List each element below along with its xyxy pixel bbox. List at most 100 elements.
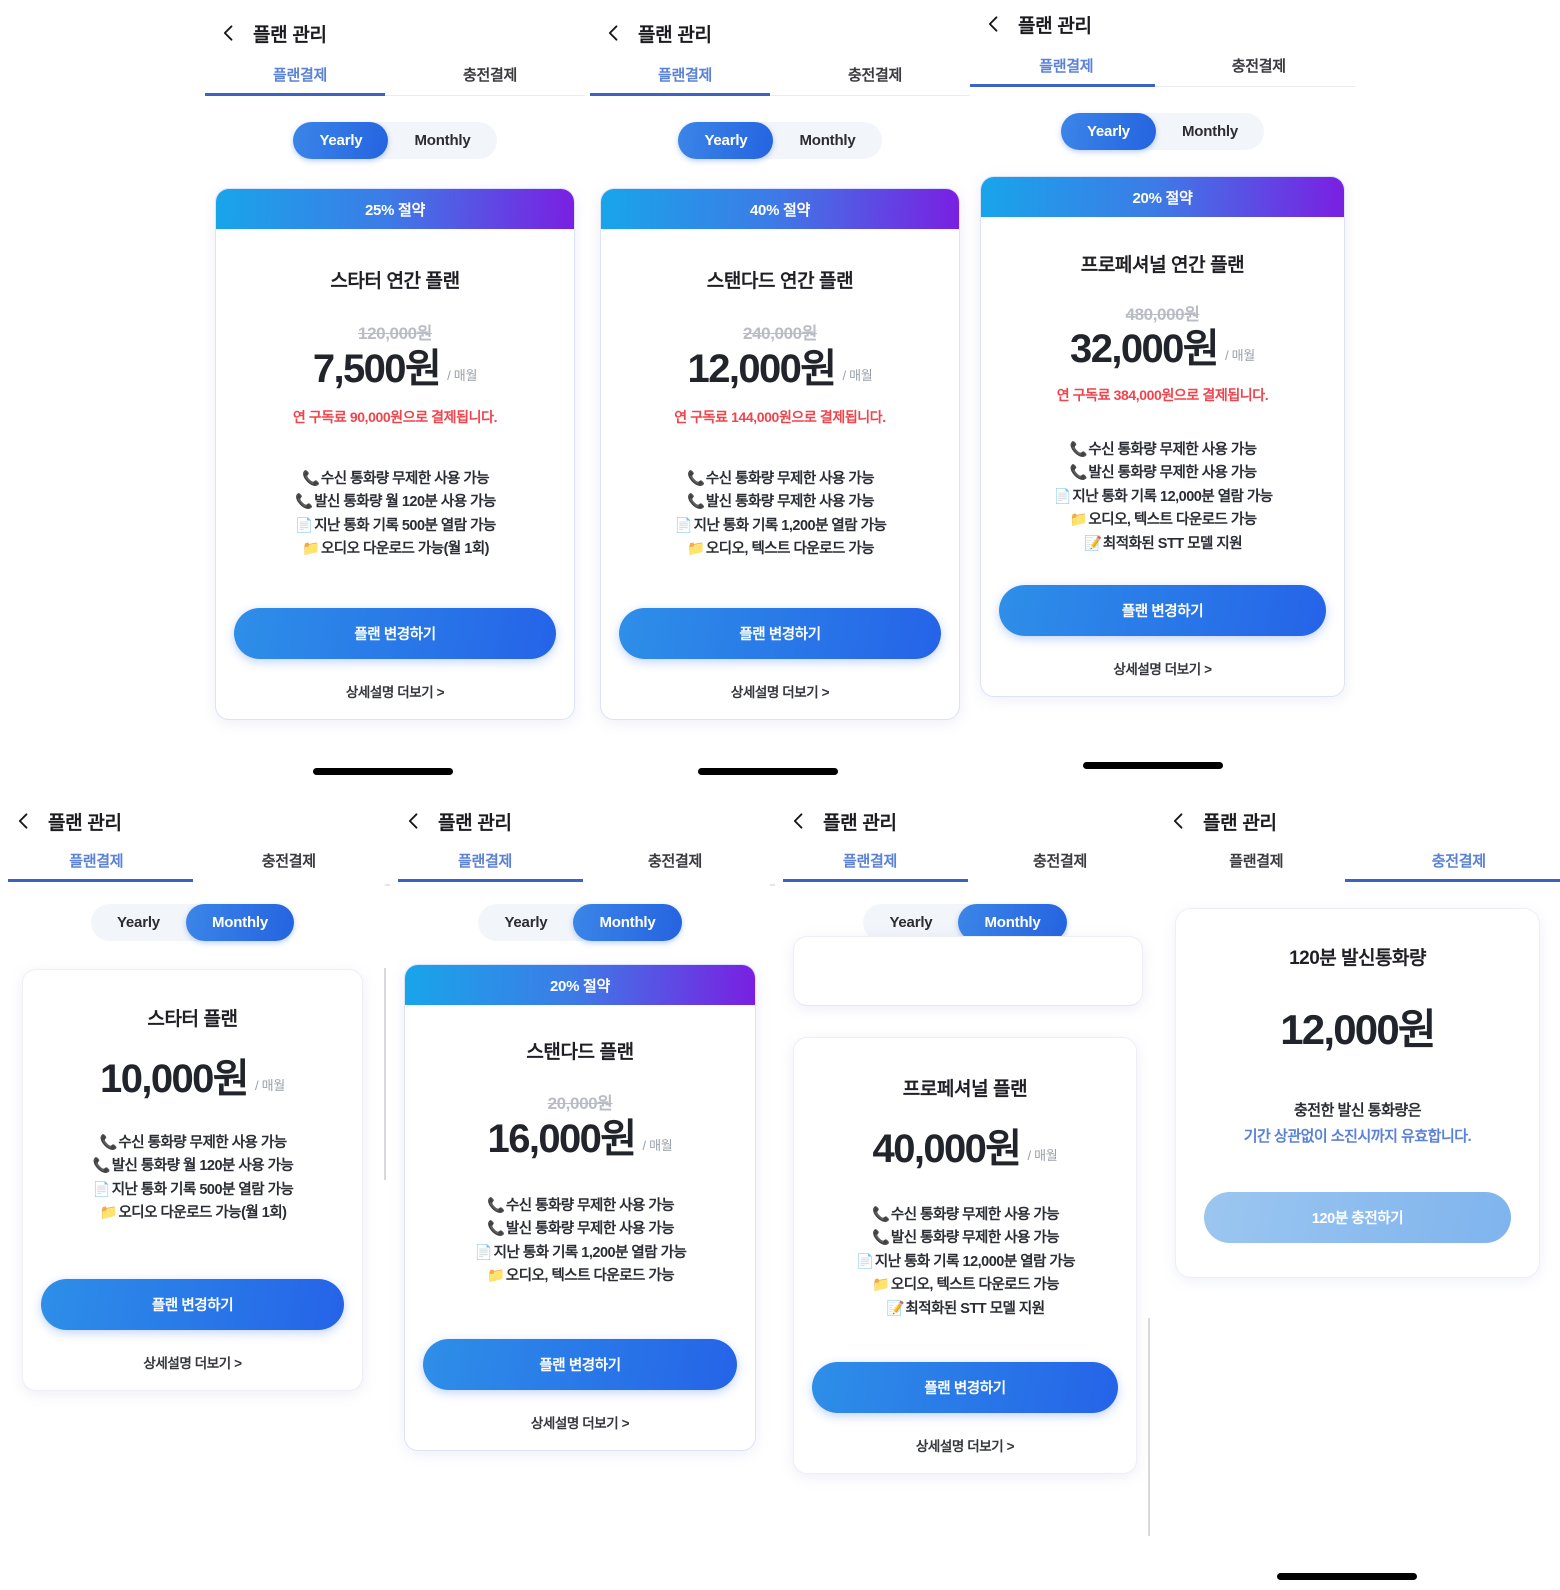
folder-icon: 📁 <box>872 1277 890 1294</box>
more-details-link[interactable]: 상세설명 더보기 > <box>234 681 556 701</box>
page-title: 플랜 관리 <box>253 24 327 46</box>
more-details-link[interactable]: 상세설명 더보기 > <box>423 1412 737 1432</box>
feature-item: 📞발신 통화량 무제한 사용 가능 <box>999 462 1326 485</box>
billing-yearly-option[interactable]: Yearly <box>1060 113 1156 150</box>
billing-yearly-option[interactable]: Yearly <box>91 904 186 941</box>
change-plan-button[interactable]: 플랜 변경하기 <box>423 1338 737 1390</box>
billing-monthly-option[interactable]: Monthly <box>388 122 496 159</box>
folder-icon: 📁 <box>687 541 705 558</box>
chevron-left-icon[interactable] <box>604 23 624 43</box>
more-details-link[interactable]: 상세설명 더보기 > <box>41 1352 344 1372</box>
feature-list: 📞수신 통화량 무제한 사용 가능 📞발신 통화량 무제한 사용 가능 📄지난 … <box>619 468 941 562</box>
billing-monthly-option[interactable]: Monthly <box>1156 113 1264 150</box>
tab-bar: 플랜결제 충전결제 <box>775 850 1155 882</box>
change-plan-button[interactable]: 플랜 변경하기 <box>619 607 941 659</box>
tab-plan-payment[interactable]: 플랜결제 <box>1155 850 1358 882</box>
billing-period-label: / 매월 <box>842 368 873 383</box>
phone-icon: 📞 <box>487 1221 505 1238</box>
tab-plan-payment[interactable]: 플랜결제 <box>0 850 193 882</box>
annual-billing-note: 연 구독료 144,000원으로 결제됩니다. <box>674 409 886 425</box>
document-icon: 📄 <box>474 1244 493 1261</box>
billing-monthly-option[interactable]: Monthly <box>573 904 682 941</box>
more-details-link[interactable]: 상세설명 더보기 > <box>812 1435 1118 1455</box>
recharge-price: 12,000원 <box>1280 1006 1436 1053</box>
tab-recharge-payment[interactable]: 충전결제 <box>1358 850 1560 882</box>
tab-recharge-payment[interactable]: 충전결제 <box>395 64 585 96</box>
current-price: 40,000원 <box>872 1127 1023 1171</box>
annual-billing-note: 연 구독료 90,000원으로 결제됩니다. <box>292 409 498 425</box>
tab-recharge-payment[interactable]: 충전결제 <box>1163 55 1356 87</box>
nav-bar: 플랜 관리 <box>205 0 585 50</box>
savings-ribbon: 20% 절약 <box>405 965 755 1005</box>
chevron-left-icon[interactable] <box>404 811 424 831</box>
feature-text: 수신 통화량 무제한 사용 가능 <box>705 471 875 487</box>
tab-recharge-payment[interactable]: 충전결제 <box>580 850 770 882</box>
feature-item: 📞발신 통화량 월 120분 사용 가능 <box>41 1155 344 1178</box>
feature-item: 📁오디오 다운로드 가능(월 1회) <box>41 1202 344 1225</box>
nav-bar: 플랜 관리 <box>775 790 1155 838</box>
more-details-link[interactable]: 상세설명 더보기 > <box>619 681 941 701</box>
billing-period-label: / 매월 <box>255 1078 285 1093</box>
home-indicator <box>313 768 453 775</box>
annual-billing-note: 연 구독료 384,000원으로 결제됩니다. <box>1056 387 1269 403</box>
savings-ribbon: 20% 절약 <box>981 177 1344 217</box>
tab-recharge-payment[interactable]: 충전결제 <box>193 850 386 882</box>
partial-plan-card-above[interactable] <box>793 936 1143 1006</box>
billing-period-label: / 매월 <box>1225 348 1255 363</box>
billing-monthly-option[interactable]: Monthly <box>185 904 295 941</box>
feature-text: 발신 통화량 무제한 사용 가능 <box>705 494 875 511</box>
tab-plan-payment[interactable]: 플랜결제 <box>590 64 780 96</box>
billing-toggle: Yearly Monthly <box>390 904 770 941</box>
billing-yearly-option[interactable]: Yearly <box>678 122 774 159</box>
recharge-desc-line1: 충전한 발신 통화량은 <box>1293 1102 1422 1119</box>
tab-plan-payment[interactable]: 플랜결제 <box>390 850 580 882</box>
billing-period-label: / 매월 <box>1027 1148 1058 1163</box>
chevron-left-icon[interactable] <box>14 811 34 831</box>
page-title: 플랜 관리 <box>638 24 712 46</box>
feature-text: 수신 통화량 무제한 사용 가능 <box>320 471 490 487</box>
chevron-left-icon[interactable] <box>1169 811 1189 831</box>
screen-monthly-starter: 플랜 관리 플랜결제 충전결제 Yearly Monthly 스타터 플랜 10… <box>0 790 385 1590</box>
billing-yearly-option[interactable]: Yearly <box>293 122 389 159</box>
feature-item: 📄지난 통화 기록 1,200분 열람 가능 <box>619 515 941 538</box>
chevron-left-icon[interactable] <box>219 23 239 43</box>
tab-active-indicator <box>590 93 770 96</box>
phone-icon: 📞 <box>1069 442 1088 458</box>
original-price: 120,000원 <box>358 324 432 343</box>
page-title: 플랜 관리 <box>438 812 512 834</box>
nav-bar: 플랜 관리 <box>970 0 1355 41</box>
feature-text: 발신 통화량 월 120분 사용 가능 <box>314 494 496 511</box>
recharge-button[interactable]: 120분 충전하기 <box>1204 1192 1511 1243</box>
change-plan-button[interactable]: 플랜 변경하기 <box>41 1278 344 1330</box>
more-details-link[interactable]: 상세설명 더보기 > <box>999 658 1326 678</box>
savings-ribbon: 40% 절약 <box>601 189 959 229</box>
feature-item: 📞발신 통화량 무제한 사용 가능 <box>423 1218 737 1241</box>
feature-text: 지난 통화 기록 12,000분 열람 가능 <box>874 1253 1076 1270</box>
feature-text: 수신 통화량 무제한 사용 가능 <box>1088 442 1257 458</box>
chevron-left-icon[interactable] <box>789 811 809 831</box>
change-plan-button[interactable]: 플랜 변경하기 <box>234 607 556 659</box>
phone-icon: 📞 <box>872 1207 890 1223</box>
feature-item: 📄지난 통화 기록 12,000분 열람 가능 <box>812 1251 1118 1274</box>
chevron-left-icon[interactable] <box>984 14 1004 34</box>
folder-icon: 📁 <box>1069 512 1088 529</box>
tab-plan-payment[interactable]: 플랜결제 <box>205 64 395 96</box>
feature-list: 📞수신 통화량 무제한 사용 가능 📞발신 통화량 무제한 사용 가능 📄지난 … <box>999 439 1326 556</box>
feature-text: 최적화된 STT 모델 지원 <box>1102 535 1243 552</box>
change-plan-button[interactable]: 플랜 변경하기 <box>812 1362 1118 1414</box>
nav-bar: 플랜 관리 <box>390 790 770 838</box>
document-icon: 📄 <box>295 517 313 534</box>
feature-item: 📁오디오, 텍스트 다운로드 가능 <box>999 509 1326 532</box>
pencil-icon: 📝 <box>1084 535 1102 552</box>
billing-yearly-option[interactable]: Yearly <box>478 904 573 941</box>
tab-plan-payment[interactable]: 플랜결제 <box>970 55 1163 87</box>
change-plan-button[interactable]: 플랜 변경하기 <box>999 585 1326 637</box>
tab-recharge-payment[interactable]: 충전결제 <box>965 850 1155 882</box>
nav-bar: 플랜 관리 <box>590 0 970 50</box>
feature-item: 📞발신 통화량 무제한 사용 가능 <box>619 491 941 514</box>
tab-plan-payment[interactable]: 플랜결제 <box>775 850 965 882</box>
billing-monthly-option[interactable]: Monthly <box>773 122 881 159</box>
tab-recharge-payment[interactable]: 충전결제 <box>780 64 970 96</box>
feature-item: 📞수신 통화량 무제한 사용 가능 <box>41 1132 344 1155</box>
tab-bar: 플랜결제 충전결제 <box>205 64 585 96</box>
